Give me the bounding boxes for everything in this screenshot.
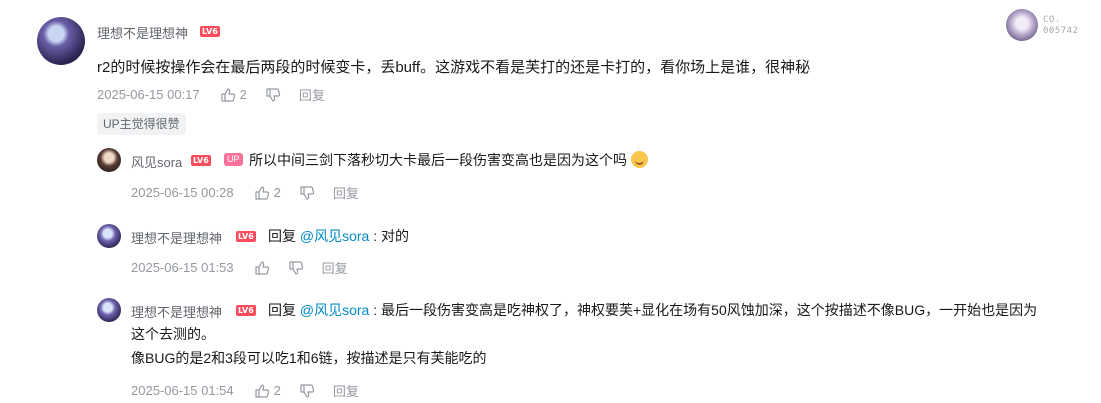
comment-username[interactable]: 理想不是理想神 xyxy=(97,23,188,42)
reply-time: 2025-06-15 00:28 xyxy=(131,185,234,200)
reply-username[interactable]: 理想不是理想神 xyxy=(131,302,222,321)
emoji-icon xyxy=(630,151,648,168)
reply-text: 回复 @风见sora : 最后一段伤害变高是吃神权了，神权要芙+显化在场有50风… xyxy=(268,298,1037,322)
thumbs-up-icon xyxy=(255,260,269,275)
reply-text-body: 所以中间三剑下落秒切大卡最后一段伤害变高也是因为这个吗 xyxy=(249,152,627,168)
reply-meta: 2025-06-15 01:54 2 回复 xyxy=(131,381,377,400)
reply-time: 2025-06-15 01:54 xyxy=(131,383,234,398)
thumbs-down-icon xyxy=(300,185,315,200)
reply-text-body: : 对的 xyxy=(369,228,410,244)
reply-button[interactable]: 回复 xyxy=(333,381,359,400)
comment-text: r2的时候按操作会在最后两段的时候变卡，丢buff。这游戏不看是芙打的还是卡打的… xyxy=(97,59,811,76)
avatar[interactable] xyxy=(97,224,121,248)
reply-meta: 2025-06-15 01:53 回复 xyxy=(131,258,366,277)
mention-link[interactable]: @风见sora xyxy=(300,228,369,244)
dislike-button[interactable] xyxy=(288,260,304,276)
level-badge: LV6 xyxy=(200,26,220,37)
reply-username[interactable]: 风见sora xyxy=(131,152,182,171)
thumbs-down-icon xyxy=(266,87,281,102)
reply-meta: 2025-06-15 00:28 2 回复 xyxy=(131,183,377,202)
reply-button[interactable]: 回复 xyxy=(299,85,325,104)
like-count: 2 xyxy=(273,383,281,398)
dislike-button[interactable] xyxy=(299,383,315,399)
dislike-button[interactable] xyxy=(299,185,315,201)
mention-link[interactable]: @风见sora xyxy=(300,302,369,318)
level-badge: LV6 xyxy=(191,155,211,166)
decoration-number: 005742 xyxy=(1043,26,1079,36)
reply-text-line: 这个去测的。 xyxy=(131,326,215,342)
up-badge: UP xyxy=(224,153,243,166)
thumbs-up-icon xyxy=(221,87,235,102)
avatar[interactable] xyxy=(37,17,85,65)
reply-prefix: 回复 xyxy=(268,302,300,318)
like-button[interactable] xyxy=(254,260,270,276)
thumbs-down-icon xyxy=(300,383,315,398)
reply-text-line: 像BUG的是2和3段可以吃1和6链，按描述是只有芙能吃的 xyxy=(131,350,487,366)
reply-prefix: 回复 xyxy=(268,228,300,244)
reply-text-body: : 最后一段伤害变高是吃神权了，神权要芙+显化在场有50风蚀加深，这个按描述不像… xyxy=(369,302,1038,318)
like-count: 2 xyxy=(239,87,247,102)
up-liked-tag: UP主觉得很赞 xyxy=(97,113,186,135)
avatar[interactable] xyxy=(97,298,121,322)
level-badge: LV6 xyxy=(236,231,256,242)
like-count: 2 xyxy=(273,185,281,200)
reply-text: 所以中间三剑下落秒切大卡最后一段伤害变高也是因为这个吗 xyxy=(249,148,648,172)
avatar[interactable] xyxy=(97,148,121,172)
comment-meta: 2025-06-15 00:17 2 回复 xyxy=(97,85,343,104)
reply-text: 回复 @风见sora : 对的 xyxy=(268,224,409,248)
thumbs-up-icon xyxy=(255,185,269,200)
decoration-label: CO. xyxy=(1043,15,1061,25)
like-button[interactable]: 2 xyxy=(254,185,281,201)
comment-time: 2025-06-15 00:17 xyxy=(97,87,200,102)
reply-button[interactable]: 回复 xyxy=(333,183,359,202)
dislike-button[interactable] xyxy=(265,87,281,103)
reply-username[interactable]: 理想不是理想神 xyxy=(131,228,222,247)
thumbs-up-icon xyxy=(255,383,269,398)
avatar-decoration xyxy=(1006,9,1038,41)
reply-time: 2025-06-15 01:53 xyxy=(131,260,234,275)
like-button[interactable]: 2 xyxy=(220,87,247,103)
thumbs-down-icon xyxy=(289,260,303,275)
reply-button[interactable]: 回复 xyxy=(322,258,348,277)
like-button[interactable]: 2 xyxy=(254,383,281,399)
level-badge: LV6 xyxy=(236,305,256,316)
